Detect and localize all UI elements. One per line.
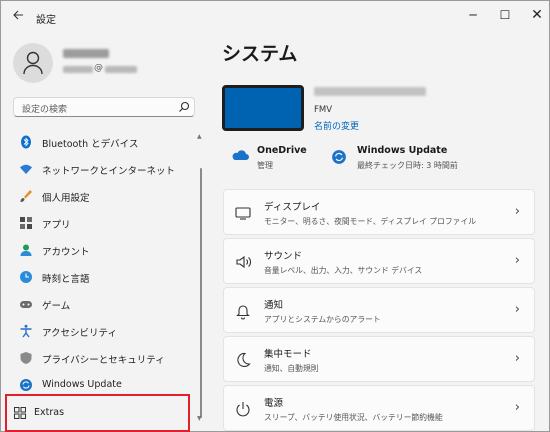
accessibility-icon — [20, 324, 32, 338]
account-name-redacted — [63, 49, 109, 58]
device-image — [222, 85, 304, 131]
sidebar-item-apps[interactable]: アプリ — [13, 211, 193, 237]
card-subtitle: 音量レベル、出力、入力、サウンド デバイス — [264, 266, 423, 275]
card-notifications[interactable]: 通知 アプリとシステムからのアラート › — [223, 287, 535, 333]
back-button[interactable] — [9, 9, 27, 27]
chevron-right-icon: › — [514, 302, 520, 317]
windows-update-subtitle: 最終チェック日時: 3 時間前 — [357, 161, 458, 170]
search-input[interactable]: 設定の検索 — [13, 97, 195, 117]
onedrive-title: OneDrive — [257, 145, 307, 156]
windows-update-icon — [20, 379, 32, 391]
onedrive-icon — [232, 150, 249, 160]
settings-window: 設定 ─ ☐ ✕ @ 設定の検索 Bluetooth とデバイス ネットワークと — [0, 0, 550, 432]
wifi-icon — [20, 164, 32, 174]
bluetooth-icon — [21, 135, 31, 149]
card-focus[interactable]: 集中モード 通知、自動規則 › — [223, 336, 535, 382]
card-title: ディスプレイ — [264, 202, 321, 213]
card-display[interactable]: ディスプレイ モニター、明るさ、夜間モード、ディスプレイ プロファイル › — [223, 189, 535, 235]
sidebar-item-label: アクセシビリティ — [42, 328, 117, 339]
shield-icon — [20, 352, 32, 364]
onedrive-subtitle: 管理 — [257, 161, 273, 170]
sidebar-item-label: アカウント — [42, 247, 90, 258]
rename-link[interactable]: 名前の変更 — [314, 119, 359, 132]
grid-icon — [14, 407, 26, 419]
card-title: 集中モード — [264, 349, 312, 360]
clock-globe-icon — [20, 271, 32, 283]
chevron-right-icon: › — [514, 253, 520, 268]
scroll-up-icon[interactable]: ▲ — [197, 133, 202, 140]
scroll-thumb[interactable] — [200, 168, 202, 418]
page-title: システム — [222, 43, 298, 65]
arrow-left-icon — [13, 10, 23, 20]
maximize-button[interactable]: ☐ — [488, 5, 522, 25]
monitor-icon — [235, 207, 251, 220]
sidebar-item-label: プライバシーとセキュリティ — [42, 355, 165, 366]
sidebar-item-label: 時刻と言語 — [42, 274, 90, 285]
sidebar-item-personalization[interactable]: 個人用設定 — [13, 184, 193, 210]
sidebar-item-label: ネットワークとインターネット — [42, 166, 176, 177]
device-model: FMV — [314, 105, 333, 115]
card-power[interactable]: 電源 スリープ、バッテリ使用状況、バッテリー節約機能 › — [223, 385, 535, 431]
sidebar-item-label: ゲーム — [42, 301, 71, 312]
sidebar-item-label: 個人用設定 — [42, 193, 90, 204]
search-icon[interactable] — [178, 101, 190, 113]
windows-update-title: Windows Update — [357, 145, 448, 156]
card-title: 電源 — [264, 398, 284, 409]
avatar[interactable] — [13, 43, 53, 83]
sidebar-item-network[interactable]: ネットワークとインターネット — [13, 157, 193, 183]
scroll-down-icon[interactable]: ▼ — [197, 415, 202, 422]
card-subtitle: アプリとシステムからのアラート — [264, 315, 381, 324]
chevron-right-icon: › — [514, 204, 520, 219]
sidebar-item-label: Bluetooth とデバイス — [42, 139, 139, 150]
device-name-redacted — [314, 87, 426, 96]
sidebar-item-label: Extras — [34, 407, 65, 418]
minimize-button[interactable]: ─ — [456, 5, 490, 25]
sidebar-item-bluetooth[interactable]: Bluetooth とデバイス — [13, 130, 193, 156]
card-title: 通知 — [264, 300, 284, 311]
sidebar-item-label: アプリ — [42, 220, 71, 231]
title-bar: 設定 ─ ☐ ✕ — [1, 1, 549, 33]
card-subtitle: スリープ、バッテリ使用状況、バッテリー節約機能 — [264, 413, 443, 422]
account-email-domain-redacted — [105, 66, 137, 73]
moon-icon — [237, 352, 251, 368]
close-button[interactable]: ✕ — [520, 5, 550, 25]
chevron-right-icon: › — [514, 400, 520, 415]
app-title: 設定 — [36, 15, 56, 26]
account-email-at: @ — [94, 63, 103, 73]
card-subtitle: 通知、自動規則 — [264, 364, 319, 373]
account-email-redacted — [63, 66, 93, 73]
card-title: サウンド — [264, 251, 303, 262]
power-icon — [236, 402, 250, 417]
bell-icon — [236, 305, 250, 320]
sidebar-item-time-language[interactable]: 時刻と言語 — [13, 265, 193, 291]
person-icon — [23, 51, 43, 75]
windows-update-icon — [332, 150, 346, 164]
sidebar-item-gaming[interactable]: ゲーム — [13, 292, 193, 318]
sidebar-item-accessibility[interactable]: アクセシビリティ — [13, 319, 193, 345]
chevron-right-icon: › — [514, 351, 520, 366]
account-icon — [20, 244, 32, 256]
brush-icon — [20, 190, 32, 202]
sidebar-item-label: Windows Update — [42, 379, 122, 390]
sidebar-item-privacy-security[interactable]: プライバシーとセキュリティ — [13, 346, 193, 372]
gamepad-icon — [20, 301, 32, 308]
sidebar-item-extras[interactable]: Extras — [5, 394, 190, 432]
apps-icon — [20, 217, 32, 229]
speaker-icon — [236, 255, 251, 269]
sidebar-item-accounts[interactable]: アカウント — [13, 238, 193, 264]
search-placeholder: 設定の検索 — [22, 105, 68, 115]
card-sound[interactable]: サウンド 音量レベル、出力、入力、サウンド デバイス › — [223, 238, 535, 284]
card-subtitle: モニター、明るさ、夜間モード、ディスプレイ プロファイル — [264, 217, 477, 226]
sidebar-scrollbar[interactable]: ▲ ▼ — [197, 133, 203, 423]
